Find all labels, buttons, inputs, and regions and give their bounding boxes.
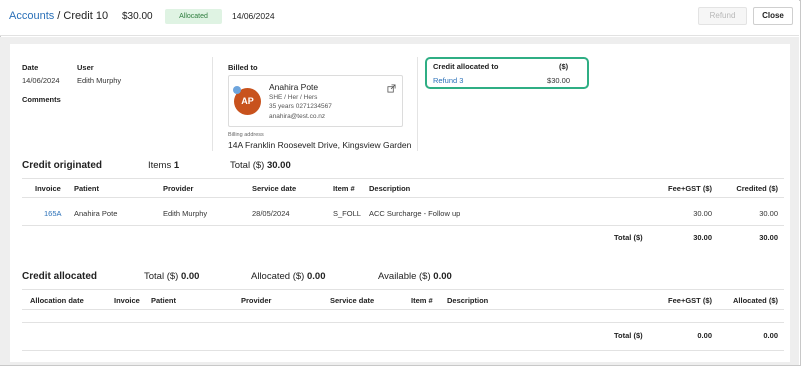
divider: [417, 57, 418, 151]
breadcrumb: Accounts / Credit 10: [9, 10, 108, 22]
patient-card[interactable]: AP Anahira Pote SHE / Her / Hers 35 year…: [228, 75, 403, 127]
column-header: Description: [369, 184, 411, 193]
invoice-link[interactable]: 165A: [44, 209, 62, 218]
items-label: Items: [148, 160, 172, 171]
currency-header: ($): [559, 62, 569, 71]
allocated-amount-label: Allocated ($): [251, 271, 305, 282]
allocated-total-label: Total ($): [144, 271, 179, 282]
refund-button[interactable]: Refund: [698, 7, 747, 25]
column-header: Description: [447, 296, 489, 305]
divider: [22, 322, 784, 323]
user-label: User: [77, 63, 94, 72]
billing-address-label: Billing address: [228, 132, 264, 138]
allocated-footer-fee: 0.00: [697, 331, 712, 340]
column-header: Provider: [241, 296, 272, 305]
refund-link[interactable]: Refund 3: [433, 76, 463, 85]
divider: [22, 197, 784, 198]
column-header: Credited ($): [736, 184, 778, 193]
divider: [22, 309, 784, 310]
credit-originated-title: Credit originated: [22, 160, 103, 171]
status-dot-icon: [233, 86, 241, 94]
items-summary: Items 1: [148, 160, 179, 171]
description-cell: ACC Surcharge - Follow up: [369, 209, 461, 218]
originated-footer-fee: 30.00: [693, 233, 712, 242]
patient-email: anahira@test.co.nz: [269, 113, 326, 120]
column-header: Item #: [411, 296, 433, 305]
user-value: Edith Murphy: [77, 76, 122, 85]
column-header: Allocation date: [30, 296, 84, 305]
billed-to-label: Billed to: [228, 63, 258, 72]
billing-address: 14A Franklin Roosevelt Drive, Kingsview …: [228, 140, 412, 150]
column-header: Patient: [151, 296, 177, 305]
available-summary: Available ($) 0.00: [378, 271, 452, 282]
patient-cell: Anahira Pote: [74, 209, 118, 218]
credit-allocated-to-title: Credit allocated to: [433, 62, 499, 71]
provider-cell: Edith Murphy: [163, 209, 208, 218]
divider: [22, 225, 784, 226]
close-button[interactable]: Close: [753, 7, 793, 25]
column-header: Patient: [74, 184, 100, 193]
available-label: Available ($): [378, 271, 431, 282]
divider: [212, 57, 213, 151]
breadcrumb-accounts-link[interactable]: Accounts: [9, 10, 54, 22]
column-header: Fee+GST ($): [668, 296, 712, 305]
allocated-amount-summary: Allocated ($) 0.00: [251, 271, 325, 282]
status-badge: Allocated: [165, 9, 222, 24]
comments-label: Comments: [22, 95, 61, 104]
originated-total-value: 30.00: [266, 160, 291, 171]
credit-date: 14/06/2024: [232, 11, 275, 21]
credit-allocated-title: Credit allocated: [22, 271, 98, 282]
column-header: Item #: [333, 184, 355, 193]
patient-name: Anahira Pote: [269, 82, 319, 92]
open-external-icon[interactable]: [387, 84, 396, 93]
fee-cell: 30.00: [693, 209, 712, 218]
date-label: Date: [22, 63, 39, 72]
items-value: 1: [173, 160, 180, 171]
allocated-footer-allocated: 0.00: [763, 331, 778, 340]
allocated-total-value: 0.00: [180, 271, 200, 282]
patient-pronouns: SHE / Her / Hers: [269, 94, 318, 101]
item-code-cell: S_FOLL: [333, 209, 361, 218]
originated-footer-total-label: Total ($): [614, 233, 643, 242]
divider: [22, 350, 784, 351]
credit-amount: $30.00: [122, 11, 153, 22]
column-header: Allocated ($): [732, 296, 778, 305]
column-header: Invoice: [35, 184, 61, 193]
date-value: 14/06/2024: [22, 76, 60, 85]
allocated-footer-total-label: Total ($): [614, 331, 643, 340]
column-header: Service date: [330, 296, 375, 305]
page-header: Accounts / Credit 10 $30.00 Allocated 14…: [0, 0, 799, 36]
breadcrumb-current: Credit 10: [63, 10, 109, 22]
divider: [22, 178, 784, 179]
credited-cell: 30.00: [759, 209, 778, 218]
column-header: Provider: [163, 184, 194, 193]
allocated-total-summary: Total ($) 0.00: [144, 271, 199, 282]
divider: [22, 289, 784, 290]
available-value: 0.00: [433, 271, 452, 282]
originated-total-label: Total ($): [230, 160, 265, 171]
patient-age-phone: 35 years 0271234567: [269, 103, 332, 110]
column-header: Fee+GST ($): [668, 184, 712, 193]
refund-amount: $30.00: [547, 76, 570, 85]
originated-footer-credited: 30.00: [759, 233, 778, 242]
allocated-amount-value: 0.00: [306, 271, 326, 282]
originated-total-summary: Total ($) 30.00: [230, 160, 291, 171]
column-header: Service date: [252, 184, 297, 193]
service-date-cell: 28/05/2024: [252, 209, 290, 218]
column-header: Invoice: [114, 296, 140, 305]
